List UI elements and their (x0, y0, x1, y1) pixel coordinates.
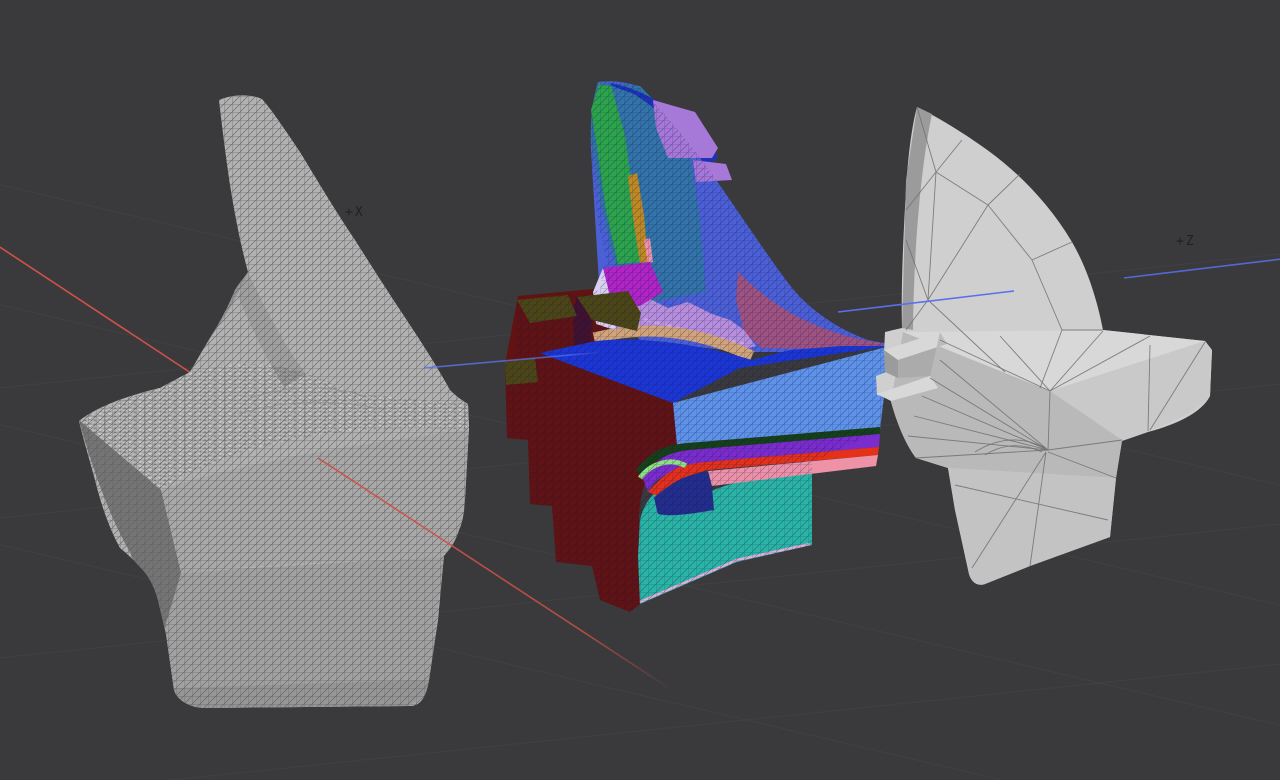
mesh-base-face (948, 468, 1116, 585)
segmented-mesh[interactable] (500, 70, 900, 630)
viewport-canvas[interactable]: +X +Z (0, 0, 1280, 780)
z-axis-label: +Z (1176, 234, 1196, 249)
decimated-mesh[interactable] (876, 106, 1212, 585)
original-mesh[interactable] (60, 80, 490, 720)
3d-viewport[interactable]: +X +Z (0, 0, 1280, 780)
x-axis-line-back (0, 246, 192, 374)
x-axis-label: +X (345, 205, 365, 220)
